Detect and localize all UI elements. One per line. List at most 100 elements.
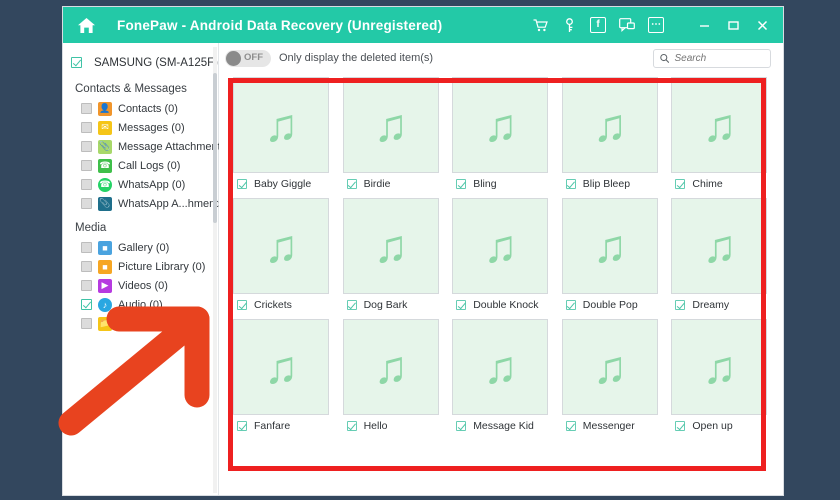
music-note-icon: ♫ [482,99,518,151]
more-icon[interactable]: ⋯ [648,17,664,33]
sidebar-item-whatsapp[interactable]: ☎ WhatsApp (0) [63,175,218,194]
sidebar: SAMSUNG (SM-A125F) Contacts & Messages 👤… [63,43,243,495]
search-box[interactable] [653,48,771,68]
grid-item[interactable]: ♫ Hello [341,319,445,432]
whatsapp-icon: ☎ [98,177,112,192]
grid-item-checkbox[interactable] [565,421,576,431]
contacts-checkbox[interactable] [81,103,92,114]
grid-item[interactable]: ♫ Birdie [341,77,445,190]
grid-item-label: Blip Bleep [582,178,631,190]
grid-item-checkbox[interactable] [456,421,467,431]
grid-item[interactable]: ♫ Messenger [560,319,664,432]
sidebar-scrollbar-thumb[interactable] [213,73,217,223]
grid-item[interactable]: ♫ Double Knock [450,198,554,311]
audio-thumbnail[interactable]: ♫ [452,319,549,415]
cart-icon[interactable] [532,17,548,33]
videos-checkbox[interactable] [81,280,92,291]
gallery-checkbox[interactable] [81,242,92,253]
titlebar-actions: f ⋯ [532,17,783,33]
grid-item[interactable]: ♫ Bling [450,77,554,190]
whatsapp-attachments-checkbox[interactable] [81,198,92,209]
grid-item-checkbox[interactable] [237,421,247,431]
audio-thumbnail[interactable]: ♫ [452,77,549,173]
grid-item-checkbox[interactable] [237,179,247,189]
sidebar-item-documents[interactable]: 📁 Documents (0) [63,314,218,333]
sidebar-item-label: Videos (0) [118,279,168,292]
music-note-icon: ♫ [263,220,299,272]
audio-thumbnail[interactable]: ♫ [233,198,329,294]
search-input[interactable] [674,52,764,64]
grid-item-checkbox[interactable] [346,179,357,189]
call-logs-checkbox[interactable] [81,160,92,171]
documents-checkbox[interactable] [81,318,92,329]
sidebar-item-videos[interactable]: ▶ Videos (0) [63,276,218,295]
call-logs-icon: ☎ [98,158,112,173]
grid-item-checkbox[interactable] [675,179,686,189]
grid-item-checkbox[interactable] [565,300,576,310]
message-attachments-checkbox[interactable] [81,141,92,152]
grid-item[interactable]: ♫ Chime [669,77,773,190]
search-icon [660,53,670,63]
grid-item[interactable]: ♫ Baby Giggle [231,77,335,190]
sidebar-item-contacts[interactable]: 👤 Contacts (0) [63,99,218,118]
device-checkbox[interactable] [71,57,82,68]
key-icon[interactable] [561,17,577,33]
sidebar-device-row[interactable]: SAMSUNG (SM-A125F) [63,51,218,74]
sidebar-item-message-attachments[interactable]: 📎 Message Attachments (0) [63,137,243,156]
grid-item-checkbox[interactable] [675,300,686,310]
close-icon[interactable] [754,17,770,33]
whatsapp-checkbox[interactable] [81,179,92,190]
picture-library-checkbox[interactable] [81,261,92,272]
grid-item-checkbox[interactable] [456,179,467,189]
grid-item-checkbox[interactable] [675,421,686,431]
music-note-icon: ♫ [702,220,737,272]
maximize-icon[interactable] [725,17,741,33]
grid-item-label-row: Baby Giggle [231,173,335,190]
audio-thumbnail[interactable]: ♫ [561,198,658,294]
grid-item[interactable]: ♫ Open up [669,319,773,432]
audio-thumbnail[interactable]: ♫ [452,198,549,294]
grid-item-checkbox[interactable] [565,179,576,189]
audio-thumbnail[interactable]: ♫ [671,77,768,173]
sidebar-item-call-logs[interactable]: ☎ Call Logs (0) [63,156,218,175]
audio-thumbnail[interactable]: ♫ [233,319,329,415]
grid-item[interactable]: ♫ Dreamy [669,198,773,311]
grid-item-label-row: Fanfare [231,415,335,432]
grid-item-checkbox[interactable] [237,300,247,310]
audio-thumbnail[interactable]: ♫ [671,319,768,415]
feedback-icon[interactable] [619,17,635,33]
grid-item[interactable]: ♫ Blip Bleep [560,77,664,190]
sidebar-item-picture-library[interactable]: ■ Picture Library (0) [63,257,218,276]
screenshot-root: FonePaw - Android Data Recovery (Unregis… [0,0,840,500]
grid-item[interactable]: ♫ Dog Bark [341,198,445,311]
sidebar-item-gallery[interactable]: ■ Gallery (0) [63,238,218,257]
music-note-icon: ♫ [263,341,299,393]
sidebar-item-messages[interactable]: ✉ Messages (0) [63,118,218,137]
grid-item[interactable]: ♫ Fanfare [231,319,335,432]
message-attachments-icon: 📎 [98,139,112,154]
audio-thumbnail[interactable]: ♫ [671,198,768,294]
minimize-icon[interactable] [696,17,712,33]
sidebar-item-whatsapp-attachments[interactable]: 📎 WhatsApp A...hments (0) [63,194,240,213]
grid-item-checkbox[interactable] [346,421,357,431]
messages-checkbox[interactable] [81,122,92,133]
grid-item-label: Baby Giggle [254,178,312,190]
audio-thumbnail[interactable]: ♫ [342,198,439,294]
grid-item-label-row: Double Pop [560,294,664,311]
grid-item[interactable]: ♫ Double Pop [560,198,664,311]
audio-thumbnail[interactable]: ♫ [561,77,658,173]
audio-thumbnail[interactable]: ♫ [342,319,439,415]
audio-thumbnail[interactable]: ♫ [561,319,658,415]
grid-item[interactable]: ♫ Message Kid [450,319,554,432]
facebook-icon[interactable]: f [590,17,606,33]
deleted-items-toggle[interactable]: OFF [225,49,271,67]
sidebar-item-audio[interactable]: ♪ Audio (0) [63,295,218,314]
grid-item-checkbox[interactable] [346,300,357,310]
grid-item-checkbox[interactable] [456,300,467,310]
audio-checkbox[interactable] [81,299,92,310]
grid-item-label: Chime [692,178,723,190]
audio-thumbnail[interactable]: ♫ [233,77,329,173]
grid-item[interactable]: ♫ Crickets [231,198,335,311]
home-button[interactable] [63,7,109,43]
audio-thumbnail[interactable]: ♫ [342,77,439,173]
